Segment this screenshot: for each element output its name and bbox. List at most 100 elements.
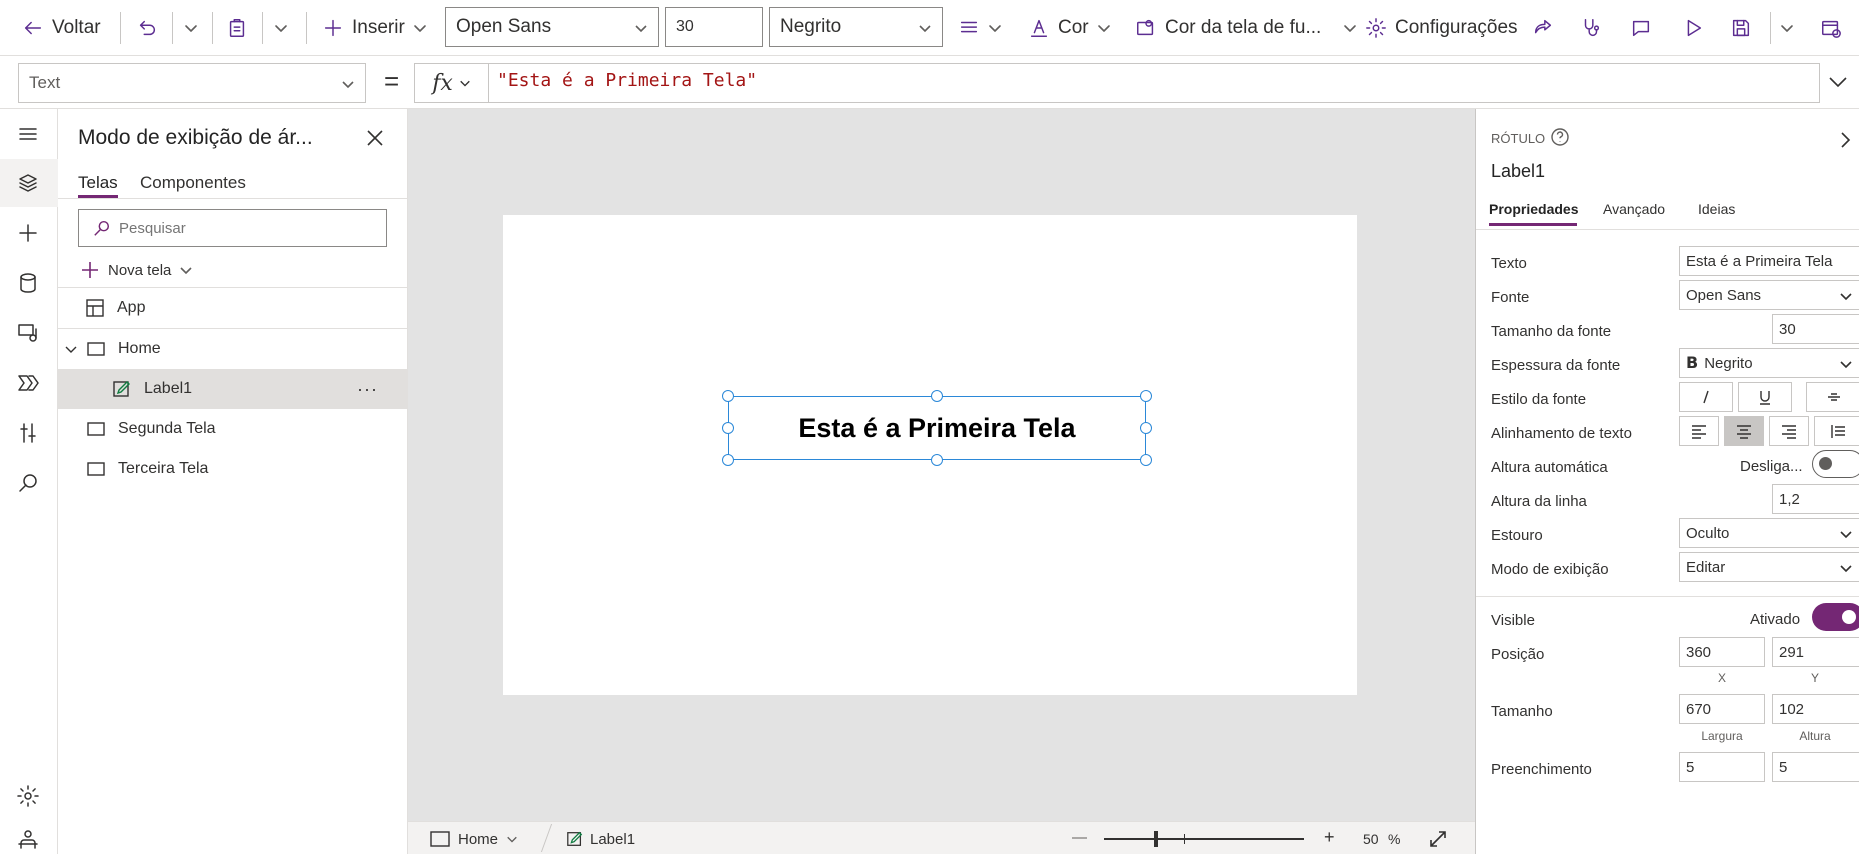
color-button[interactable]: Cor: [1028, 0, 1111, 56]
property-select[interactable]: Text: [18, 63, 366, 103]
comments-button[interactable]: [1630, 0, 1652, 56]
prop-lineheight-input[interactable]: 1,2: [1772, 484, 1859, 514]
prop-displaymode-select[interactable]: Editar: [1679, 552, 1859, 582]
expand-formula-button[interactable]: [1826, 70, 1850, 99]
prop-font-select[interactable]: Open Sans: [1679, 280, 1859, 310]
resize-handle[interactable]: [1140, 390, 1152, 402]
back-label: Voltar: [52, 17, 101, 38]
edit-label-icon: [567, 831, 583, 846]
virtual-agent-button[interactable]: [13, 824, 43, 854]
prop-height-input[interactable]: 102: [1772, 694, 1859, 724]
tab-screens[interactable]: Telas: [78, 173, 118, 193]
tree-item-app[interactable]: App: [58, 288, 408, 328]
zoom-slider-thumb[interactable]: [1154, 831, 1158, 847]
resize-handle[interactable]: [931, 390, 943, 402]
resize-handle[interactable]: [931, 454, 943, 466]
label-control[interactable]: Esta é a Primeira Tela: [728, 396, 1146, 460]
prop-pos-x-input[interactable]: 360: [1679, 637, 1765, 667]
advanced-tools-button[interactable]: [13, 418, 43, 448]
more-options-button[interactable]: ···: [357, 379, 378, 400]
prop-size2-label: Tamanho: [1491, 703, 1553, 720]
prop-padding-1-input[interactable]: 5: [1679, 752, 1765, 782]
data-button[interactable]: [13, 268, 43, 298]
font-family-select[interactable]: Open Sans: [445, 7, 659, 47]
tab-properties[interactable]: Propriedades: [1489, 201, 1578, 217]
resize-handle[interactable]: [1140, 422, 1152, 434]
prop-overflow-select[interactable]: Oculto: [1679, 518, 1859, 548]
back-button[interactable]: Voltar: [22, 0, 101, 56]
tab-ideas[interactable]: Ideias: [1698, 201, 1735, 217]
prop-padding-2-input[interactable]: 5: [1772, 752, 1859, 782]
fit-to-window-button[interactable]: [1428, 829, 1448, 853]
align-center-button[interactable]: [1724, 416, 1764, 446]
undo-button[interactable]: [136, 0, 158, 56]
breadcrumb-control: Label1: [590, 830, 636, 848]
search-input[interactable]: [119, 219, 369, 237]
resize-handle[interactable]: [722, 390, 734, 402]
settings-button[interactable]: Configurações: [1365, 0, 1518, 56]
underline-button[interactable]: [1738, 382, 1792, 412]
resize-handle[interactable]: [1140, 454, 1152, 466]
align-justify-button[interactable]: [1814, 416, 1859, 446]
undo-dropdown[interactable]: [184, 0, 198, 56]
tree-item-segunda-tela[interactable]: Segunda Tela: [58, 409, 408, 449]
tree-item-terceira-tela[interactable]: Terceira Tela: [58, 449, 408, 489]
visible-toggle[interactable]: [1812, 603, 1859, 631]
background-color-button[interactable]: Cor da tela de fu...: [1135, 0, 1357, 56]
autoheight-toggle[interactable]: [1812, 450, 1859, 478]
tree-view-button[interactable]: [13, 168, 43, 198]
prop-overflow-label: Estouro: [1491, 527, 1543, 544]
prop-size-label: Tamanho da fonte: [1491, 323, 1612, 340]
fx-button[interactable]: fx: [415, 64, 489, 102]
preview-button[interactable]: [1682, 0, 1704, 56]
insert-rail-button[interactable]: [13, 218, 43, 248]
settings-rail-button[interactable]: [13, 781, 43, 811]
screen-breadcrumb[interactable]: Home: [430, 830, 518, 848]
prop-size-value: 30: [1779, 320, 1796, 338]
save-button[interactable]: [1730, 0, 1752, 56]
align-left-button[interactable]: [1679, 416, 1719, 446]
prop-size-input[interactable]: 30: [1772, 314, 1859, 344]
control-name[interactable]: Label1: [1491, 161, 1545, 182]
prop-text-label: Texto: [1491, 255, 1527, 272]
tree-item-home[interactable]: Home: [58, 329, 408, 369]
paste-button[interactable]: [226, 0, 248, 56]
paste-dropdown[interactable]: [274, 0, 288, 56]
font-weight-select[interactable]: Negrito: [769, 7, 943, 47]
font-size-input[interactable]: 30: [665, 7, 763, 47]
strikethrough-button[interactable]: [1806, 382, 1859, 412]
publish-button[interactable]: [1820, 0, 1842, 56]
align-button[interactable]: [958, 0, 1002, 56]
collapse-panel-button[interactable]: [1836, 131, 1854, 154]
tab-advanced[interactable]: Avançado: [1603, 201, 1665, 217]
formula-text[interactable]: "Esta é a Primeira Tela": [497, 70, 757, 91]
prop-weight-select[interactable]: 𝗕 Negrito: [1679, 348, 1859, 378]
chevron-down-icon: [1829, 77, 1847, 88]
media-button[interactable]: [13, 318, 43, 348]
menu-button[interactable]: [13, 119, 43, 149]
tab-components[interactable]: Componentes: [140, 173, 246, 193]
prop-width-input[interactable]: 670: [1679, 694, 1765, 724]
search-box[interactable]: [78, 209, 387, 247]
control-breadcrumb[interactable]: Label1: [566, 830, 635, 848]
tree-item-label1[interactable]: Label1 ···: [58, 369, 408, 409]
insert-button[interactable]: Inserir: [322, 0, 427, 56]
search-rail-button[interactable]: [13, 468, 43, 498]
italic-button[interactable]: [1679, 382, 1733, 412]
power-automate-button[interactable]: [13, 368, 43, 398]
zoom-slider[interactable]: [1104, 838, 1304, 840]
new-screen-button[interactable]: Nova tela: [80, 255, 193, 285]
prop-text-input[interactable]: Esta é a Primeira Tela: [1679, 246, 1859, 276]
save-dropdown[interactable]: [1780, 0, 1794, 56]
strikethrough-icon: [1827, 393, 1840, 401]
prop-pos-y-input[interactable]: 291: [1772, 637, 1859, 667]
resize-handle[interactable]: [722, 454, 734, 466]
zoom-in-button[interactable]: +: [1324, 827, 1335, 848]
app-checker-button[interactable]: [1580, 0, 1602, 56]
align-right-button[interactable]: [1769, 416, 1809, 446]
resize-handle[interactable]: [722, 422, 734, 434]
zoom-out-button[interactable]: —: [1072, 829, 1087, 846]
share-button[interactable]: [1532, 0, 1554, 56]
help-button[interactable]: [1550, 127, 1570, 147]
close-tree-button[interactable]: [364, 127, 386, 149]
